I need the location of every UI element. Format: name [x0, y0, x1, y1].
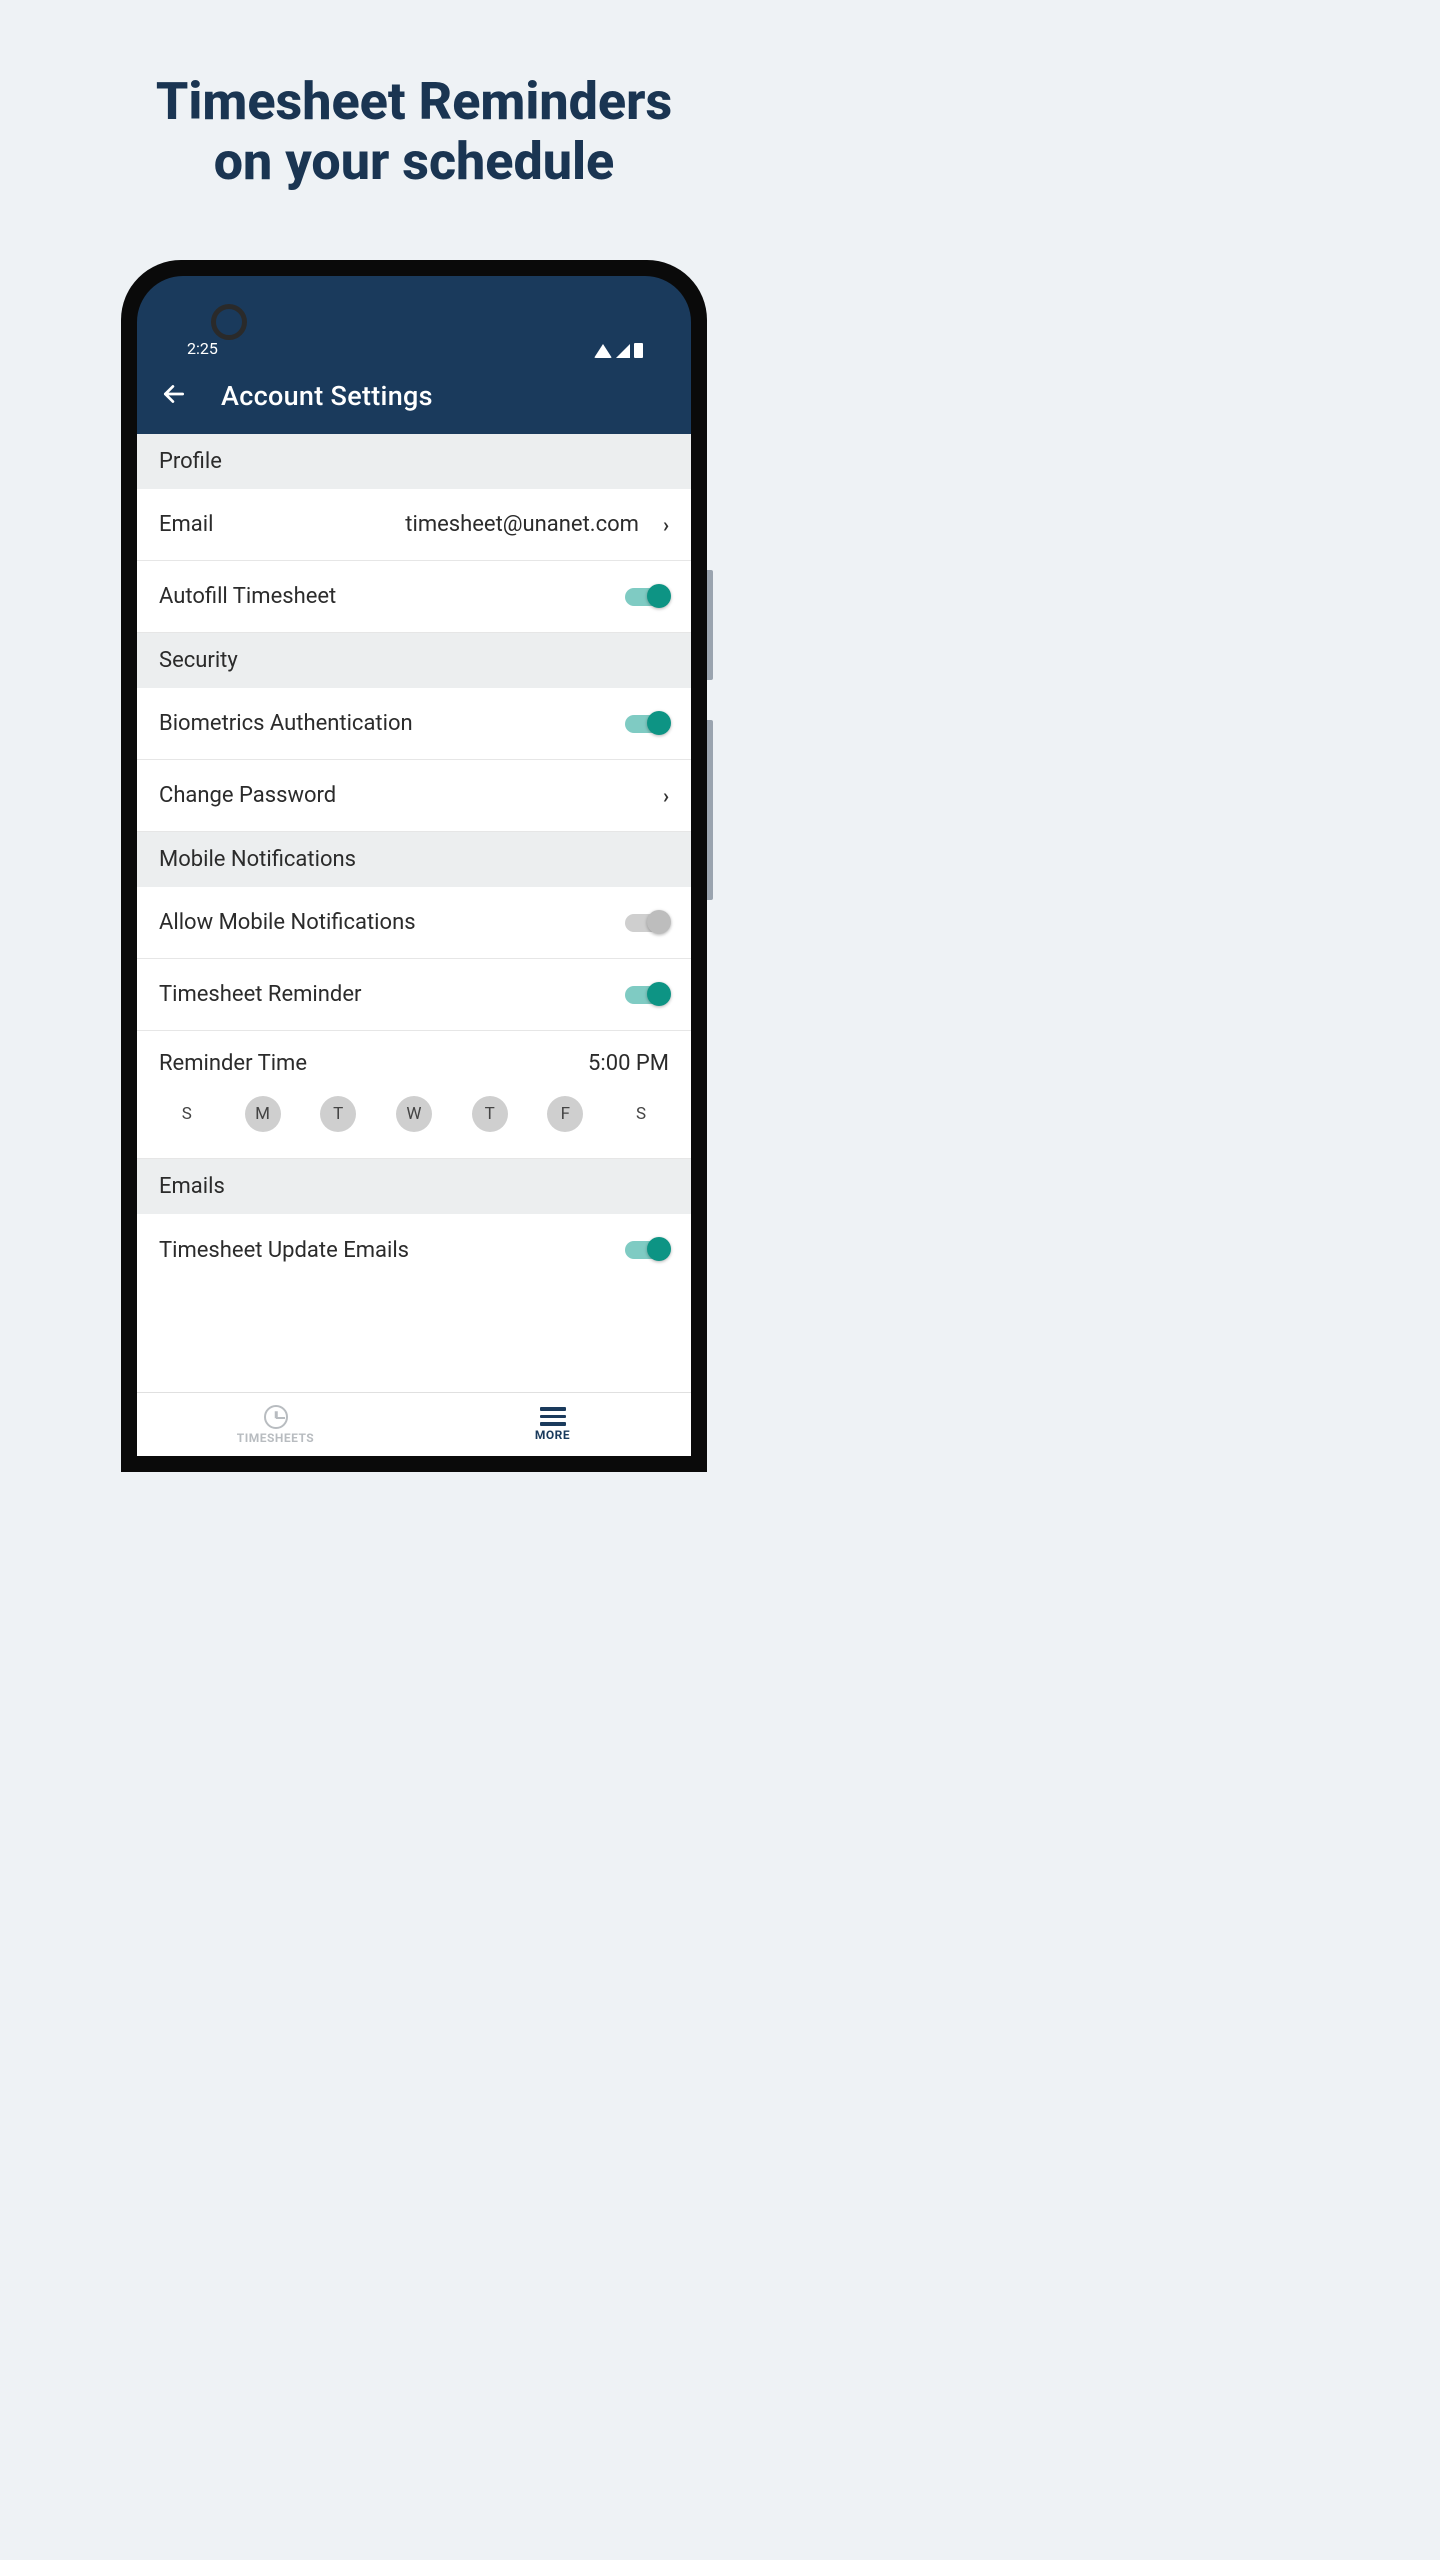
chevron-right-icon: › — [663, 784, 669, 808]
menu-icon — [540, 1407, 566, 1426]
chevron-right-icon: › — [663, 513, 669, 537]
promo-line1: Timesheet Reminders — [0, 72, 828, 132]
promo-line2: on your schedule — [0, 132, 828, 192]
allow-notifications-label: Allow Mobile Notifications — [159, 910, 416, 935]
battery-icon — [634, 343, 643, 358]
day-mon[interactable]: M — [245, 1096, 281, 1132]
phone-mockup: 2:25 Account Settings Profile Email — [121, 260, 707, 1472]
reminder-time-block: Reminder Time 5:00 PM S M T W T F S — [137, 1031, 691, 1159]
email-value: timesheet@unanet.com — [405, 512, 639, 537]
biometrics-label: Biometrics Authentication — [159, 711, 413, 736]
status-bar: 2:25 — [137, 320, 691, 358]
section-security: Security — [137, 633, 691, 688]
change-password-label: Change Password — [159, 783, 336, 808]
nav-more-label: MORE — [535, 1428, 570, 1442]
email-label: Email — [159, 512, 213, 537]
change-password-row[interactable]: Change Password › — [137, 760, 691, 832]
allow-notifications-row: Allow Mobile Notifications — [137, 887, 691, 959]
nav-timesheets-label: TIMESHEETS — [237, 1431, 314, 1445]
promo-headline: Timesheet Reminders on your schedule — [0, 0, 828, 192]
autofill-label: Autofill Timesheet — [159, 584, 336, 609]
allow-notifications-toggle[interactable] — [625, 914, 669, 932]
signal-icon — [616, 344, 630, 358]
update-emails-label: Timesheet Update Emails — [159, 1238, 409, 1263]
day-wed[interactable]: W — [396, 1096, 432, 1132]
timesheet-reminder-label: Timesheet Reminder — [159, 982, 361, 1007]
clock-icon — [264, 1405, 288, 1429]
phone-screen: 2:25 Account Settings Profile Email — [137, 276, 691, 1456]
phone-side-button — [707, 570, 713, 680]
day-thu[interactable]: T — [472, 1096, 508, 1132]
timesheet-reminder-toggle[interactable] — [625, 986, 669, 1004]
reminder-time-value[interactable]: 5:00 PM — [588, 1051, 669, 1076]
section-notifications: Mobile Notifications — [137, 832, 691, 887]
status-icons — [594, 343, 643, 358]
day-sun[interactable]: S — [169, 1096, 205, 1132]
reminder-days: S M T W T F S — [137, 1086, 691, 1158]
nav-more[interactable]: MORE — [414, 1393, 691, 1456]
status-time: 2:25 — [187, 339, 218, 358]
wifi-icon — [594, 344, 612, 358]
arrow-left-icon — [161, 381, 187, 407]
autofill-row: Autofill Timesheet — [137, 561, 691, 633]
update-emails-row: Timesheet Update Emails — [137, 1214, 691, 1286]
day-tue[interactable]: T — [320, 1096, 356, 1132]
bottom-nav: TIMESHEETS MORE — [137, 1392, 691, 1456]
timesheet-reminder-row: Timesheet Reminder — [137, 959, 691, 1031]
biometrics-row: Biometrics Authentication — [137, 688, 691, 760]
settings-content: Profile Email timesheet@unanet.com › Aut… — [137, 434, 691, 1456]
page-title: Account Settings — [221, 380, 433, 412]
update-emails-toggle[interactable] — [625, 1241, 669, 1259]
day-sat[interactable]: S — [623, 1096, 659, 1132]
app-bar: Account Settings — [137, 358, 691, 434]
day-fri[interactable]: F — [547, 1096, 583, 1132]
section-profile: Profile — [137, 434, 691, 489]
email-row[interactable]: Email timesheet@unanet.com › — [137, 489, 691, 561]
section-emails: Emails — [137, 1159, 691, 1214]
biometrics-toggle[interactable] — [625, 715, 669, 733]
autofill-toggle[interactable] — [625, 588, 669, 606]
reminder-time-label: Reminder Time — [159, 1051, 307, 1076]
back-button[interactable] — [161, 381, 187, 411]
nav-timesheets[interactable]: TIMESHEETS — [137, 1393, 414, 1456]
phone-side-button — [707, 720, 713, 900]
